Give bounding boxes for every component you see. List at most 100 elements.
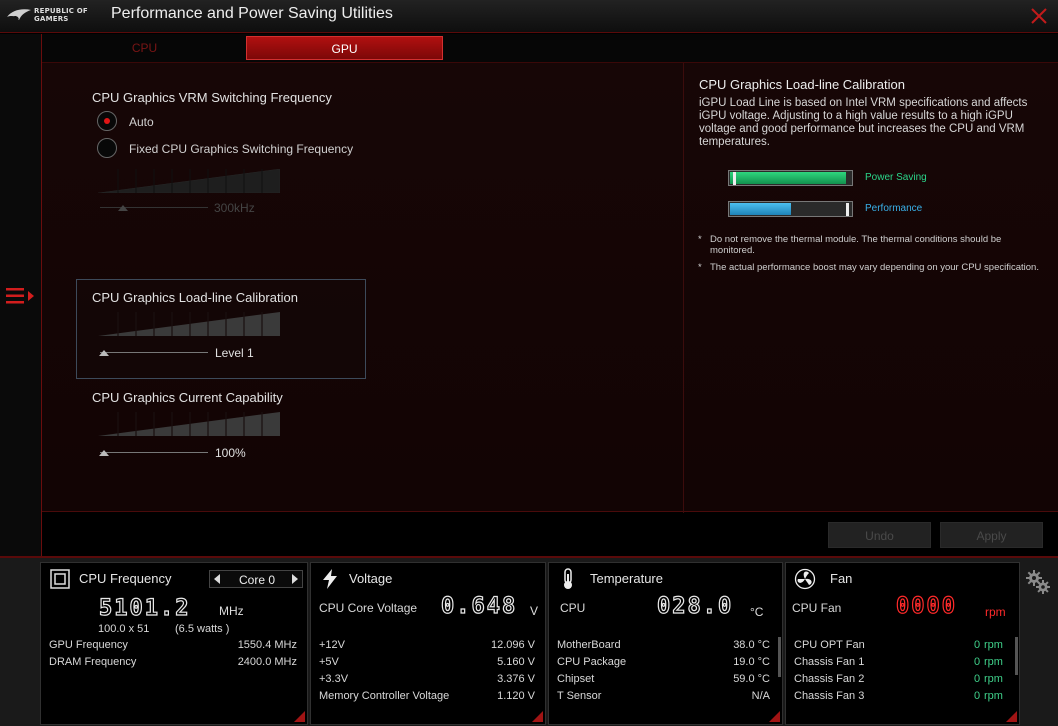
temperature-panel: Temperature CPU 028.0 °C MotherBoard 38.… — [548, 562, 783, 725]
power-saving-label: Power Saving — [865, 172, 927, 183]
fan-scrollbar[interactable] — [1015, 637, 1018, 675]
note-thermal: * Do not remove the thermal module. The … — [698, 234, 1048, 256]
radio-fixed-frequency[interactable] — [97, 138, 117, 158]
cpu-package-temp-label: CPU Package — [557, 656, 627, 668]
current-capability-title: CPU Graphics Current Capability — [92, 390, 283, 405]
expand-corner-icon[interactable] — [294, 711, 305, 722]
tab-cpu[interactable]: CPU — [46, 36, 243, 60]
rog-logo: REPUBLIC OF GAMERS — [6, 6, 98, 26]
llc-level-ramp — [98, 312, 280, 336]
chassis-fan-1-unit: rpm — [984, 656, 1003, 668]
gpu-frequency-label: GPU Frequency — [49, 639, 128, 651]
note-performance: * The actual performance boost may vary … — [698, 262, 1048, 273]
lightning-icon — [323, 569, 337, 589]
chassis-fan-2-label: Chassis Fan 2 — [794, 673, 865, 685]
radio-auto-label: Auto — [129, 115, 154, 129]
v5-value: 5.160 V — [497, 656, 535, 668]
v33-label: +3.3V — [319, 673, 349, 685]
help-description: iGPU Load Line is based on Intel VRM spe… — [699, 97, 1028, 148]
llc-slider[interactable] — [100, 352, 208, 353]
hardware-monitor: CPU Frequency Core 0 5101.2 MHz 100.0 x … — [0, 556, 1058, 726]
voltage-panel: Voltage CPU Core Voltage 0.648 V +12V 12… — [310, 562, 546, 725]
panel-divider — [683, 63, 684, 513]
current-capability-slider[interactable] — [100, 452, 208, 453]
gpu-frequency-value: 1550.4 MHz — [237, 639, 297, 651]
chipset-temp-value: 59.0 °C — [733, 673, 770, 685]
cpu-package-temp-value: 19.0 °C — [733, 656, 770, 668]
chassis-fan-2-unit: rpm — [984, 673, 1003, 685]
chassis-fan-3-unit: rpm — [984, 690, 1003, 702]
llc-value: Level 1 — [215, 346, 254, 360]
power-saving-bar — [728, 170, 853, 186]
core-selector[interactable]: Core 0 — [209, 570, 303, 588]
chassis-fan-1-label: Chassis Fan 1 — [794, 656, 865, 668]
cpu-opt-fan-value: 0 — [974, 639, 981, 651]
cpu-frequency-unit: MHz — [219, 604, 244, 618]
motherboard-temp-label: MotherBoard — [557, 639, 621, 651]
v5-label: +5V — [319, 656, 339, 668]
left-rail — [0, 34, 42, 556]
llc-slider-thumb[interactable] — [99, 350, 109, 356]
expand-corner-icon[interactable] — [1006, 711, 1017, 722]
vrm-frequency-ramp — [98, 169, 280, 193]
cpu-opt-fan-label: CPU OPT Fan — [794, 639, 865, 651]
dram-frequency-label: DRAM Frequency — [49, 656, 137, 668]
apply-button[interactable]: Apply — [940, 522, 1043, 548]
radio-auto[interactable] — [97, 111, 117, 131]
fan-icon — [794, 568, 816, 590]
current-capability-ramp — [98, 412, 280, 436]
cpu-core-voltage-value: 0.648 — [440, 593, 518, 619]
tab-gpu[interactable]: GPU — [246, 36, 443, 60]
cpu-frequency-panel: CPU Frequency Core 0 5101.2 MHz 100.0 x … — [40, 562, 308, 725]
chassis-fan-2-value: 0 — [974, 673, 981, 685]
performance-bar-fill — [730, 203, 791, 215]
cpu-watts: (6.5 watts ) — [175, 623, 230, 635]
memory-controller-voltage-value: 1.120 V — [497, 690, 535, 702]
rog-eye-icon — [7, 9, 31, 20]
performance-bar — [728, 201, 853, 217]
fan-title: Fan — [830, 571, 853, 586]
v12-label: +12V — [319, 639, 345, 651]
settings-panel: CPU Graphics VRM Switching Frequency Aut… — [42, 62, 1058, 513]
v12-value: 12.096 V — [490, 639, 535, 651]
title-bar: REPUBLIC OF GAMERS Performance and Power… — [0, 0, 1058, 33]
dram-frequency-value: 2400.0 MHz — [237, 656, 297, 668]
current-capability-slider-thumb[interactable] — [99, 450, 109, 456]
t-sensor-temp-value: N/A — [751, 690, 770, 702]
thermometer-icon — [564, 568, 572, 589]
power-saving-bar-marker — [733, 172, 736, 185]
chassis-fan-3-label: Chassis Fan 3 — [794, 690, 865, 702]
help-title: CPU Graphics Load-line Calibration — [699, 77, 905, 92]
window-title: Performance and Power Saving Utilities — [111, 5, 393, 22]
radio-fixed-frequency-label: Fixed CPU Graphics Switching Frequency — [129, 142, 354, 156]
menu-expand-icon[interactable] — [6, 285, 38, 307]
close-icon[interactable] — [1030, 7, 1048, 25]
chassis-fan-1-value: 0 — [974, 656, 981, 668]
vrm-frequency-slider-thumb[interactable] — [118, 205, 128, 211]
cpu-chip-icon — [50, 569, 70, 589]
expand-corner-icon[interactable] — [532, 711, 543, 722]
logo-line-1: REPUBLIC OF — [34, 7, 88, 15]
voltage-title: Voltage — [349, 571, 393, 586]
vrm-frequency-slider[interactable] — [100, 207, 208, 208]
note-thermal-text: Do not remove the thermal module. The th… — [710, 234, 1002, 256]
performance-label: Performance — [865, 203, 923, 214]
undo-button[interactable]: Undo — [828, 522, 931, 548]
cpu-temp-value: 028.0 — [656, 593, 734, 619]
settings-gear-icon[interactable] — [1024, 568, 1052, 596]
cpu-opt-fan-unit: rpm — [984, 639, 1003, 651]
fan-panel: Fan CPU Fan 0000 rpm CPU OPT Fan 0 rpm C… — [785, 562, 1020, 725]
core-selector-value: Core 0 — [238, 573, 276, 587]
t-sensor-temp-label: T Sensor — [557, 690, 602, 702]
cpu-fan-label: CPU Fan — [792, 601, 842, 615]
cpu-fan-unit: rpm — [985, 605, 1006, 619]
cpu-temp-unit: °C — [750, 605, 764, 619]
expand-corner-icon[interactable] — [769, 711, 780, 722]
memory-controller-voltage-label: Memory Controller Voltage — [319, 690, 450, 702]
core-next-icon[interactable] — [292, 574, 298, 584]
cpu-ratio: 100.0 x 51 — [98, 623, 150, 635]
temperature-scrollbar[interactable] — [778, 637, 781, 677]
cpu-frequency-title: CPU Frequency — [79, 571, 172, 586]
cpu-fan-value: 0000 — [895, 593, 957, 619]
cpu-core-voltage-unit: V — [530, 604, 539, 618]
